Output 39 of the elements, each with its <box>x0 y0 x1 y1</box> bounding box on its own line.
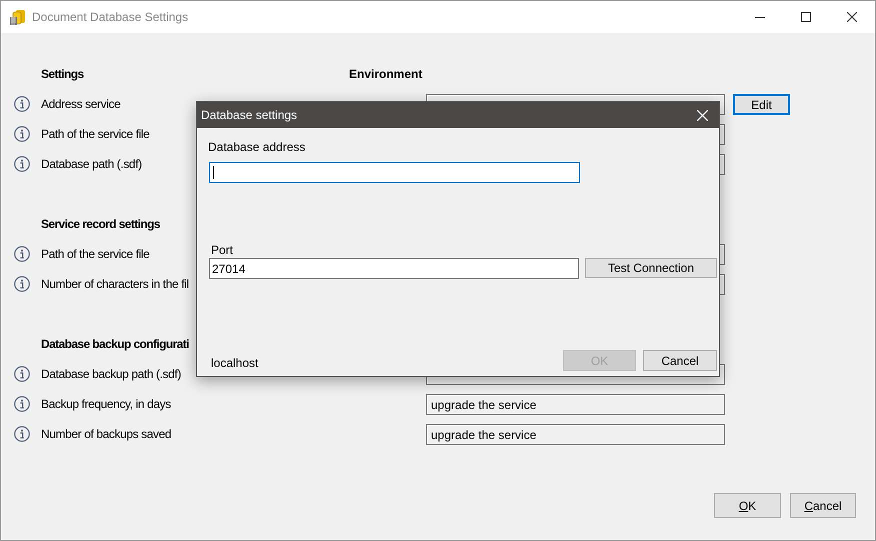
field-label: Port <box>211 242 234 259</box>
text-field[interactable]: upgrade the service <box>426 424 725 445</box>
info-icon[interactable] <box>14 426 30 442</box>
info-icon[interactable] <box>14 276 30 292</box>
section-heading: Settings <box>41 66 84 83</box>
section-heading: Service record settings <box>41 216 160 233</box>
window-title: Document Database Settings <box>32 9 188 26</box>
cancel-button[interactable]: Cancel <box>790 493 856 518</box>
host-label: localhost <box>211 355 258 372</box>
test-connection-button[interactable]: Test Connection <box>585 258 717 278</box>
setting-label: Database path (.sdf) <box>41 156 142 173</box>
setting-label: Path of the service file <box>41 126 150 143</box>
info-icon[interactable] <box>14 366 30 382</box>
ok-button[interactable]: OK <box>714 493 781 518</box>
port-field[interactable]: 27014 <box>209 258 579 279</box>
database-icon <box>9 8 26 26</box>
setting-label: Number of characters in the fil <box>41 276 189 293</box>
setting-label: Path of the service file <box>41 246 150 263</box>
maximize-icon <box>801 12 811 22</box>
cancel-button[interactable]: Cancel <box>643 350 717 371</box>
info-icon[interactable] <box>14 246 30 262</box>
minimize-icon <box>755 16 765 18</box>
info-icon[interactable] <box>14 126 30 142</box>
setting-label: Backup frequency, in days <box>41 396 171 413</box>
setting-label: Number of backups saved <box>41 426 172 443</box>
section-heading: Database backup configurati <box>41 336 189 353</box>
address-field[interactable] <box>209 162 580 183</box>
info-icon[interactable] <box>14 396 30 412</box>
edit-button[interactable]: Edit <box>733 94 790 115</box>
setting-label: Database backup path (.sdf) <box>41 366 181 383</box>
setting-label: Address service <box>41 96 120 113</box>
info-icon[interactable] <box>14 156 30 172</box>
field-label: Database address <box>208 139 306 156</box>
info-icon[interactable] <box>14 96 30 112</box>
text-field[interactable]: upgrade the service <box>426 394 725 415</box>
dialog-title: Database settings <box>201 107 298 124</box>
close-icon <box>696 110 708 120</box>
column-heading: Environment <box>349 66 422 83</box>
close-icon <box>847 12 857 22</box>
